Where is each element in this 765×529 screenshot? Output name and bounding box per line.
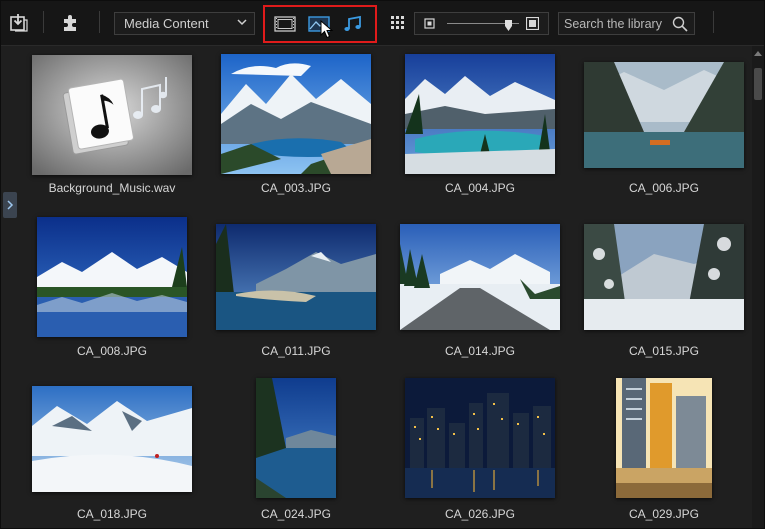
chevron-down-icon	[237, 19, 247, 26]
media-thumbnail[interactable]	[216, 224, 376, 330]
media-file-name: CA_014.JPG	[444, 344, 516, 358]
toolbar-divider	[713, 11, 714, 33]
media-file-name: CA_015.JPG	[628, 344, 700, 358]
zoom-slider-handle[interactable]	[504, 18, 512, 31]
filter-audio-button[interactable]	[339, 13, 367, 35]
filter-video-button[interactable]	[271, 13, 299, 35]
media-thumbnail[interactable]	[256, 378, 336, 498]
media-file-name: CA_011.JPG	[261, 344, 331, 358]
grid-view-icon	[391, 16, 404, 29]
media-file-name: CA_003.JPG	[260, 181, 332, 195]
mouse-pointer-icon	[320, 20, 334, 39]
dropdown-selected-value: Media Content	[124, 16, 209, 31]
media-thumbnail[interactable]	[400, 224, 560, 330]
media-file-name: CA_024.JPG	[260, 507, 332, 521]
media-library-window: Media Content Search the library Backgro…	[0, 0, 765, 529]
media-thumbnail[interactable]	[616, 378, 712, 498]
media-file-name: CA_026.JPG	[444, 507, 516, 521]
grid-view-button[interactable]	[390, 12, 406, 34]
music-filter-icon	[344, 15, 361, 31]
expand-panel-button[interactable]	[3, 192, 17, 218]
media-file-name: CA_008.JPG	[76, 344, 148, 358]
media-type-filter-group	[263, 5, 377, 43]
import-media-button[interactable]	[7, 11, 31, 35]
zoom-small-icon	[424, 18, 435, 29]
media-thumbnail[interactable]	[405, 378, 555, 498]
media-content-dropdown[interactable]: Media Content	[114, 12, 255, 35]
media-file-name: CA_029.JPG	[628, 507, 700, 521]
media-file-name: CA_018.JPG	[76, 507, 148, 521]
import-media-icon	[10, 14, 28, 32]
puzzle-plugin-icon	[64, 15, 76, 31]
scroll-up-arrow[interactable]	[752, 50, 764, 60]
magnifier-icon[interactable]	[672, 16, 688, 32]
media-thumbnail[interactable]	[221, 54, 371, 174]
library-search-box	[558, 12, 695, 35]
library-toolbar: Media Content	[1, 1, 764, 46]
thumbnail-zoom-control	[414, 12, 549, 35]
media-thumbnail[interactable]	[405, 54, 555, 174]
toolbar-divider	[99, 11, 100, 33]
zoom-large-icon	[526, 17, 539, 30]
media-thumbnail[interactable]	[32, 55, 192, 175]
toolbar-divider	[43, 11, 44, 33]
media-thumbnail[interactable]	[32, 386, 192, 492]
search-input[interactable]	[559, 13, 674, 34]
media-file-name: Background_Music.wav	[48, 181, 176, 195]
chevron-right-icon	[7, 200, 14, 210]
library-content-area: Background_Music.wav CA_003.JPG CA_004.J…	[1, 46, 764, 528]
scrollbar-thumb[interactable]	[754, 68, 762, 100]
media-file-name: CA_006.JPG	[628, 181, 700, 195]
media-thumbnail[interactable]	[584, 62, 744, 168]
film-filter-icon	[274, 16, 296, 32]
media-file-name: CA_004.JPG	[444, 181, 516, 195]
vertical-scrollbar[interactable]	[752, 46, 764, 528]
media-thumbnail[interactable]	[584, 224, 744, 330]
plugin-button[interactable]	[59, 11, 83, 35]
media-thumbnail[interactable]	[37, 217, 187, 337]
